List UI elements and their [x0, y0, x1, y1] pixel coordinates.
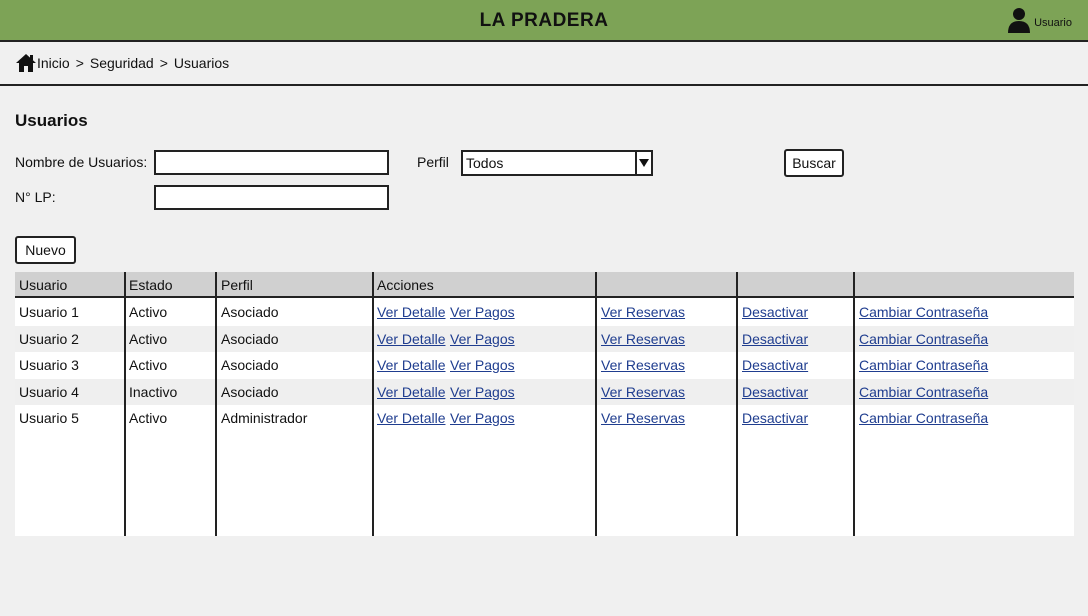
cell-estado: Activo: [129, 330, 168, 347]
cell-estado: Activo: [129, 410, 168, 426]
desactivar-link[interactable]: Desactivar: [742, 410, 808, 426]
cambiar-contrasena-link[interactable]: Cambiar Contraseña: [859, 304, 988, 320]
ver-reservas-link[interactable]: Ver Reservas: [601, 384, 685, 400]
cambiar-contrasena-link[interactable]: Cambiar Contraseña: [859, 331, 988, 347]
ver-pagos-link[interactable]: Ver Pagos: [450, 384, 515, 400]
ver-reservas-link[interactable]: Ver Reservas: [601, 304, 685, 320]
column-divider: [736, 272, 738, 536]
breadcrumb-seguridad[interactable]: Seguridad: [90, 55, 154, 71]
breadcrumb-bar: Inicio > Seguridad > Usuarios: [0, 42, 1088, 86]
ver-pagos-link[interactable]: Ver Pagos: [450, 410, 515, 426]
cambiar-contrasena-link[interactable]: Cambiar Contraseña: [859, 357, 988, 373]
cambiar-contrasena-link[interactable]: Cambiar Contraseña: [859, 384, 988, 400]
search-button[interactable]: Buscar: [784, 149, 844, 177]
name-input[interactable]: [154, 150, 389, 175]
cell-usuario: Usuario 1: [19, 304, 79, 320]
cell-perfil: Asociado: [221, 330, 279, 347]
column-divider: [853, 272, 855, 536]
ver-detalle-link[interactable]: Ver Detalle: [377, 410, 445, 426]
breadcrumb-separator: >: [75, 55, 84, 71]
user-menu[interactable]: Usuario: [1008, 7, 1072, 38]
app-header: LA PRADERA Usuario: [0, 0, 1088, 42]
cell-usuario: Usuario 4: [19, 383, 79, 400]
breadcrumb-usuarios: Usuarios: [173, 55, 230, 71]
lp-input[interactable]: [154, 185, 389, 210]
ver-detalle-link[interactable]: Ver Detalle: [377, 384, 445, 400]
cell-estado: Activo: [129, 304, 168, 320]
desactivar-link[interactable]: Desactivar: [742, 357, 808, 373]
column-divider: [215, 272, 217, 536]
cell-estado: Activo: [129, 357, 168, 373]
ver-detalle-link[interactable]: Ver Detalle: [377, 331, 445, 347]
desactivar-link[interactable]: Desactivar: [742, 331, 808, 347]
breadcrumb: Inicio > Seguridad > Usuarios: [15, 53, 229, 73]
page-title: Usuarios: [15, 111, 88, 130]
user-label[interactable]: Usuario: [1034, 17, 1072, 29]
name-label: Nombre de Usuarios:: [15, 154, 148, 170]
cell-perfil: Asociado: [221, 357, 279, 373]
profile-select[interactable]: Todos: [461, 150, 653, 176]
column-header-perfil: Perfil: [221, 277, 253, 293]
table-row: Usuario 3 Activo Asociado Ver Detalle Ve…: [15, 352, 1074, 379]
table-row: Usuario 2 Activo Asociado Ver Detalle Ve…: [15, 325, 1074, 352]
home-icon[interactable]: [15, 53, 37, 73]
ver-detalle-link[interactable]: Ver Detalle: [377, 357, 445, 373]
table-header: Usuario Estado Perfil Acciones: [15, 272, 1074, 298]
new-user-button[interactable]: Nuevo: [15, 236, 76, 264]
ver-pagos-link[interactable]: Ver Pagos: [450, 357, 515, 373]
cell-usuario: Usuario 3: [19, 357, 79, 373]
column-divider: [595, 272, 597, 536]
ver-reservas-link[interactable]: Ver Reservas: [601, 331, 685, 347]
column-divider: [372, 272, 374, 536]
table-row: Usuario 1 Activo Asociado Ver Detalle Ve…: [15, 299, 1074, 326]
app-title: LA PRADERA: [479, 10, 609, 31]
desactivar-link[interactable]: Desactivar: [742, 304, 808, 320]
ver-pagos-link[interactable]: Ver Pagos: [450, 304, 515, 320]
cell-usuario: Usuario 5: [19, 410, 79, 426]
cell-perfil: Administrador: [221, 410, 308, 426]
table-row: Usuario 5 Activo Administrador Ver Detal…: [15, 405, 1074, 432]
column-header-usuario: Usuario: [19, 277, 68, 293]
cell-perfil: Asociado: [221, 383, 279, 400]
cell-perfil: Asociado: [221, 304, 279, 320]
breadcrumb-inicio[interactable]: Inicio: [37, 55, 70, 71]
profile-label: Perfil: [417, 154, 449, 170]
user-icon[interactable]: [1008, 7, 1031, 38]
ver-detalle-link[interactable]: Ver Detalle: [377, 304, 445, 320]
column-header-acciones: Acciones: [377, 277, 434, 293]
ver-reservas-link[interactable]: Ver Reservas: [601, 410, 685, 426]
column-header-estado: Estado: [129, 277, 173, 293]
cell-estado: Inactivo: [129, 383, 178, 400]
desactivar-link[interactable]: Desactivar: [742, 384, 808, 400]
users-table: Usuario Estado Perfil Acciones Usuario 1…: [15, 272, 1074, 536]
ver-reservas-link[interactable]: Ver Reservas: [601, 357, 685, 373]
breadcrumb-separator: >: [159, 55, 168, 71]
column-divider: [124, 272, 126, 536]
ver-pagos-link[interactable]: Ver Pagos: [450, 331, 515, 347]
table-row: Usuario 4 Inactivo Asociado Ver Detalle …: [15, 378, 1074, 405]
chevron-down-icon[interactable]: [635, 152, 651, 174]
profile-selected-value: Todos: [466, 155, 504, 171]
lp-label: N° LP:: [15, 189, 56, 205]
cambiar-contrasena-link[interactable]: Cambiar Contraseña: [859, 410, 988, 426]
cell-usuario: Usuario 2: [19, 330, 79, 347]
